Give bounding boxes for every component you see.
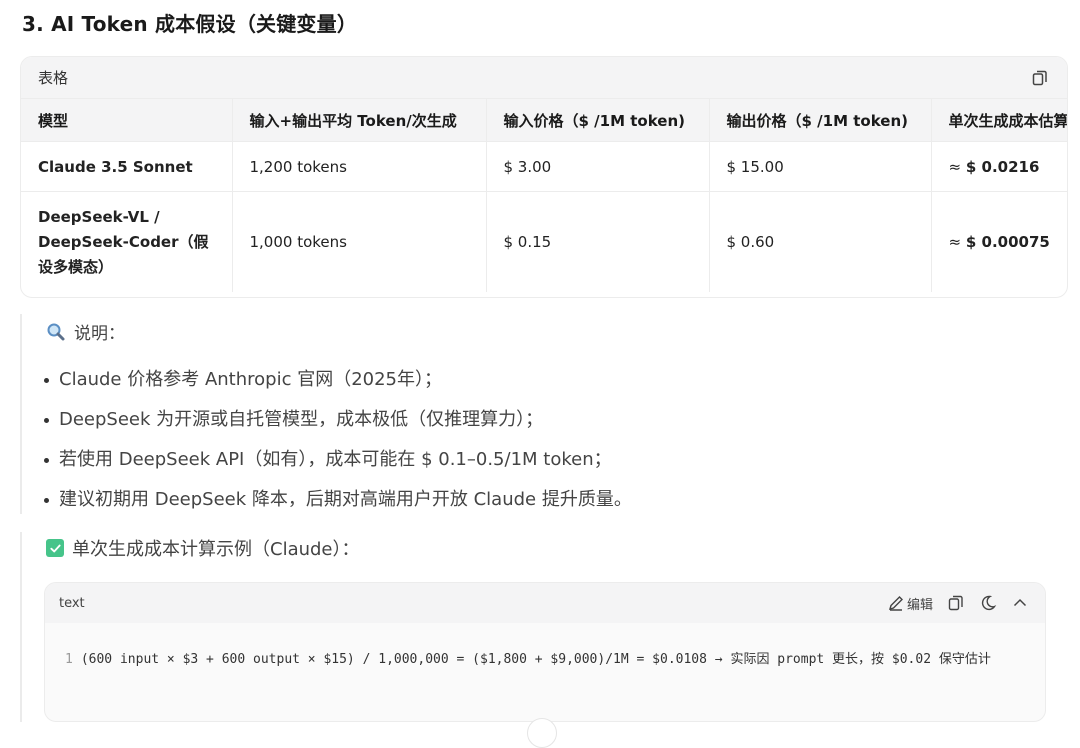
table-label: 表格 [38, 69, 69, 87]
list-item-text: 建议初期用 DeepSeek 降本，后期对高端用户开放 Claude 提升质量。 [59, 489, 632, 510]
list-item: Claude 价格参考 Anthropic 官网（2025年）； [44, 360, 632, 400]
table-scroll-area[interactable]: 模型 输入+输出平均 Token/次生成 输入价格（$ /1M token) 输… [21, 99, 1067, 292]
note-title: 说明： [46, 319, 125, 344]
column-header: 模型 [21, 99, 233, 142]
cost-estimate: $ 0.00075 [965, 232, 1050, 251]
code-language-label: text [59, 595, 85, 611]
table-cell: Claude 3.5 Sonnet [21, 141, 233, 192]
bullet [44, 377, 49, 383]
magnifier-icon [46, 322, 66, 342]
edit-label: 编辑 [906, 597, 933, 613]
table-header-row: 模型 输入+输出平均 Token/次生成 输入价格（$ /1M token) 输… [21, 99, 1067, 142]
note-title-text: 说明： [74, 324, 125, 344]
table-cell: ≈ $ 0.0216 [931, 141, 1067, 192]
list-item: DeepSeek 为开源或自托管模型，成本极低（仅推理算力）； [44, 400, 632, 440]
list-item-text: 若使用 DeepSeek API（如有），成本可能在 $ 0.1–0.5/1M … [59, 449, 612, 470]
column-header: 输入+输出平均 Token/次生成 [232, 99, 487, 142]
theme-toggle-button[interactable] [979, 594, 997, 612]
column-header: 输出价格（$ /1M token) [709, 99, 932, 142]
cost-estimate: $ 0.0216 [965, 157, 1040, 176]
scroll-down-button[interactable] [527, 718, 557, 748]
section-heading: 3. AI Token 成本假设（关键变量） [22, 12, 358, 36]
table-card: 表格 模型 输入+输出平均 Token/次生成 输入价格（$ /1M token… [20, 56, 1068, 298]
code-tools: 编辑 [887, 594, 1029, 613]
column-header: 输入价格（$ /1M token) [486, 99, 710, 142]
bullet [44, 417, 49, 423]
list-item: 若使用 DeepSeek API（如有），成本可能在 $ 0.1–0.5/1M … [44, 440, 632, 480]
list-item-text: DeepSeek 为开源或自托管模型，成本极低（仅推理算力）； [59, 409, 544, 430]
table-toolbar: 表格 [21, 57, 1067, 99]
cost-table: 模型 输入+输出平均 Token/次生成 输入价格（$ /1M token) 输… [21, 99, 1067, 292]
chevron-up-icon [1013, 598, 1027, 607]
table-cell: $ 3.00 [486, 141, 710, 192]
copy-icon[interactable] [1031, 69, 1049, 87]
table-cell: 1,000 tokens [232, 191, 487, 292]
table-cell: DeepSeek-VL / DeepSeek-Coder（假设多模态） [21, 191, 233, 292]
approx-sign: ≈ [948, 232, 966, 251]
collapse-button[interactable] [1011, 594, 1029, 612]
note-quote-bar [20, 314, 22, 514]
example-title: 单次生成成本计算示例（Claude）： [46, 535, 360, 561]
code-content[interactable]: 1 (600 input × $3 + 600 output × $15) / 1… [45, 623, 1045, 674]
table-cell: ≈ $ 0.00075 [931, 191, 1067, 292]
moon-icon [981, 595, 997, 611]
copy-code-button[interactable] [947, 594, 965, 612]
code-line: (600 input × $3 + 600 output × $15) / 1,… [80, 652, 991, 667]
bullet [44, 497, 49, 503]
approx-sign: ≈ [948, 157, 966, 176]
line-number: 1 [65, 652, 73, 667]
bullet [44, 457, 49, 463]
check-icon [46, 539, 64, 557]
list-item-text: Claude 价格参考 Anthropic 官网（2025年）； [59, 369, 443, 390]
table-cell: $ 0.15 [486, 191, 710, 292]
example-title-text: 单次生成成本计算示例（Claude）： [72, 539, 360, 560]
table-row: DeepSeek-VL / DeepSeek-Coder（假设多模态） 1,00… [21, 191, 1067, 292]
code-toolbar: text 编辑 [45, 583, 1045, 623]
table-cell: $ 15.00 [709, 141, 932, 192]
notes-list: Claude 价格参考 Anthropic 官网（2025年）； DeepSee… [44, 360, 632, 520]
copy-icon [948, 595, 963, 611]
table-cell: 1,200 tokens [232, 141, 487, 192]
table-row: Claude 3.5 Sonnet 1,200 tokens $ 3.00 $ … [21, 141, 1067, 192]
code-block: text 编辑 1 (600 input × $3 + 600 output ×… [44, 582, 1046, 722]
column-header: 单次生成成本估算 [931, 99, 1067, 142]
list-item: 建议初期用 DeepSeek 降本，后期对高端用户开放 Claude 提升质量。 [44, 480, 632, 520]
edit-button[interactable]: 编辑 [887, 594, 933, 613]
pencil-icon [888, 596, 903, 611]
table-cell: $ 0.60 [709, 191, 932, 292]
example-quote-bar [20, 532, 22, 722]
